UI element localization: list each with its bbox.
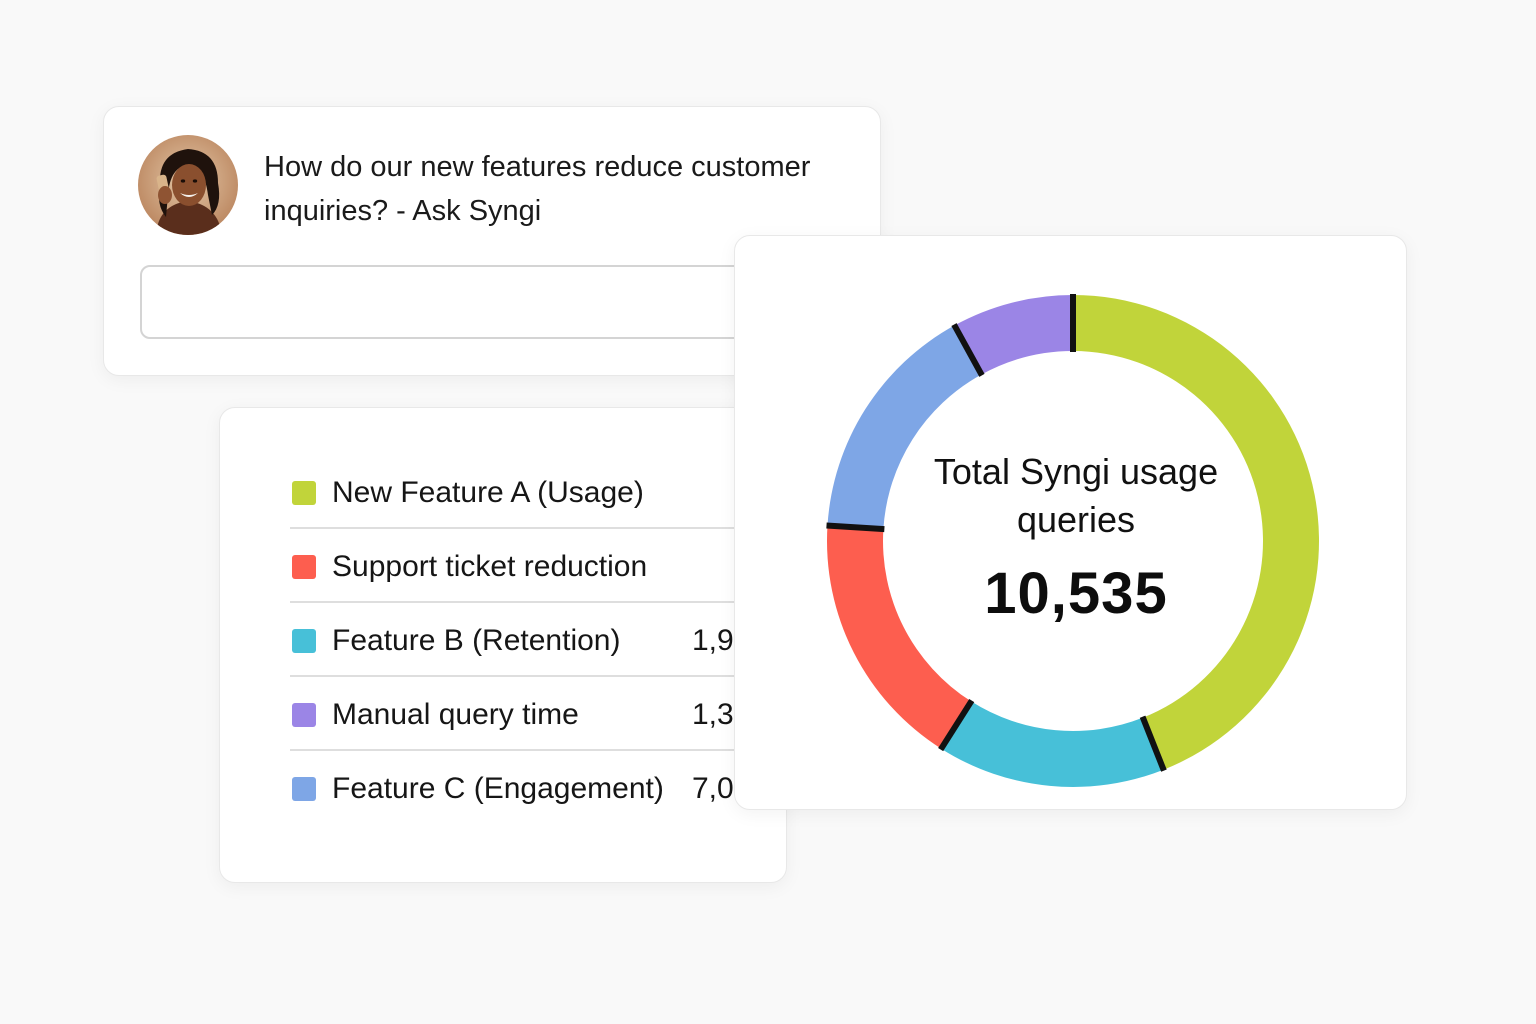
legend-label: Feature B (Retention) [332,624,621,657]
donut-center-value: 10,535 [984,561,1168,626]
legend-list: New Feature A (Usage) Support ticket red… [290,455,734,825]
legend-swatch [292,703,316,727]
legend-card: New Feature A (Usage) Support ticket red… [219,407,787,883]
avatar [138,135,238,235]
legend-label: Manual query time [332,698,579,731]
legend-swatch [292,481,316,505]
donut-slice-separator [826,522,885,533]
donut-center-label: Total Syngi usage queries [933,451,1219,540]
legend-swatch [292,777,316,801]
legend-item: New Feature A (Usage) [290,455,734,529]
legend-label: New Feature A (Usage) [332,476,644,509]
legend-label: Feature C (Engagement) [332,772,664,805]
legend-item: Manual query time 1,3 [290,677,734,751]
legend-value: 7,0 [692,772,734,805]
chart-card: Total Syngi usage queries 10,535 [734,235,1407,810]
avatar-portrait [138,135,238,235]
legend-item: Feature B (Retention) 1,9 [290,603,734,677]
legend-value: 1,9 [692,624,734,657]
legend-value: 1,3 [692,698,734,731]
legend-label: Support ticket reduction [332,550,648,583]
legend-item: Feature C (Engagement) 7,0 [290,751,734,825]
donut-slice [941,701,1164,787]
legend-swatch [292,555,316,579]
legend-item: Support ticket reduction [290,529,734,603]
legend-swatch [292,629,316,653]
question-text: How do our new features reduce customer … [264,151,811,227]
